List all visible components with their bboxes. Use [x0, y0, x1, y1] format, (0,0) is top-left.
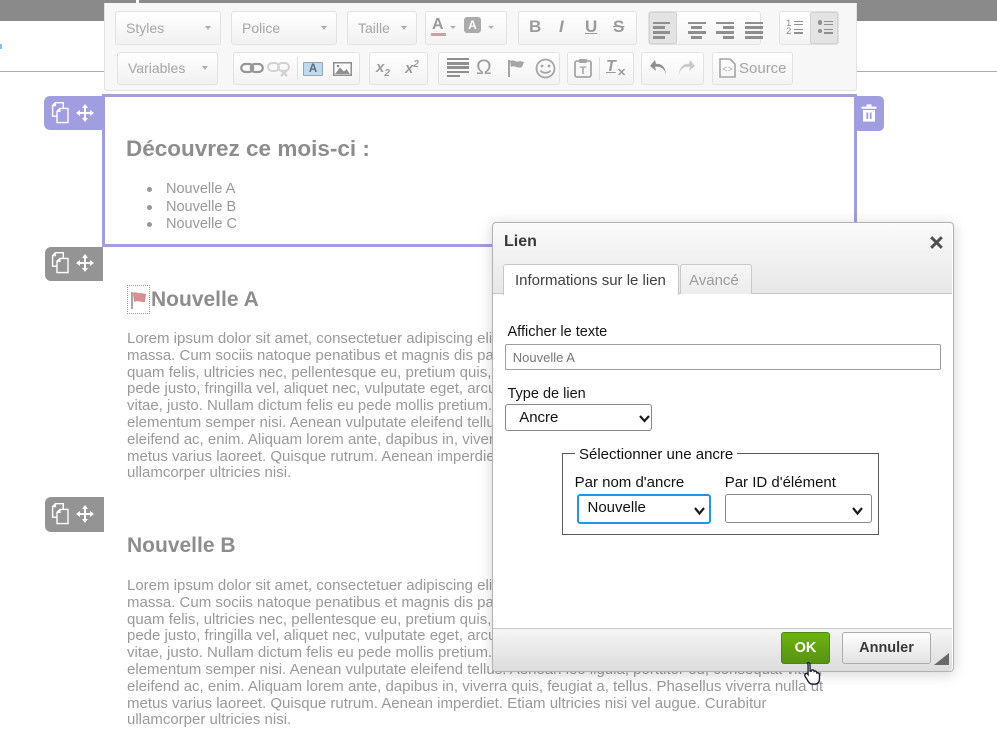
- svg-text:T: T: [580, 65, 587, 77]
- svg-text:<>: <>: [722, 64, 733, 74]
